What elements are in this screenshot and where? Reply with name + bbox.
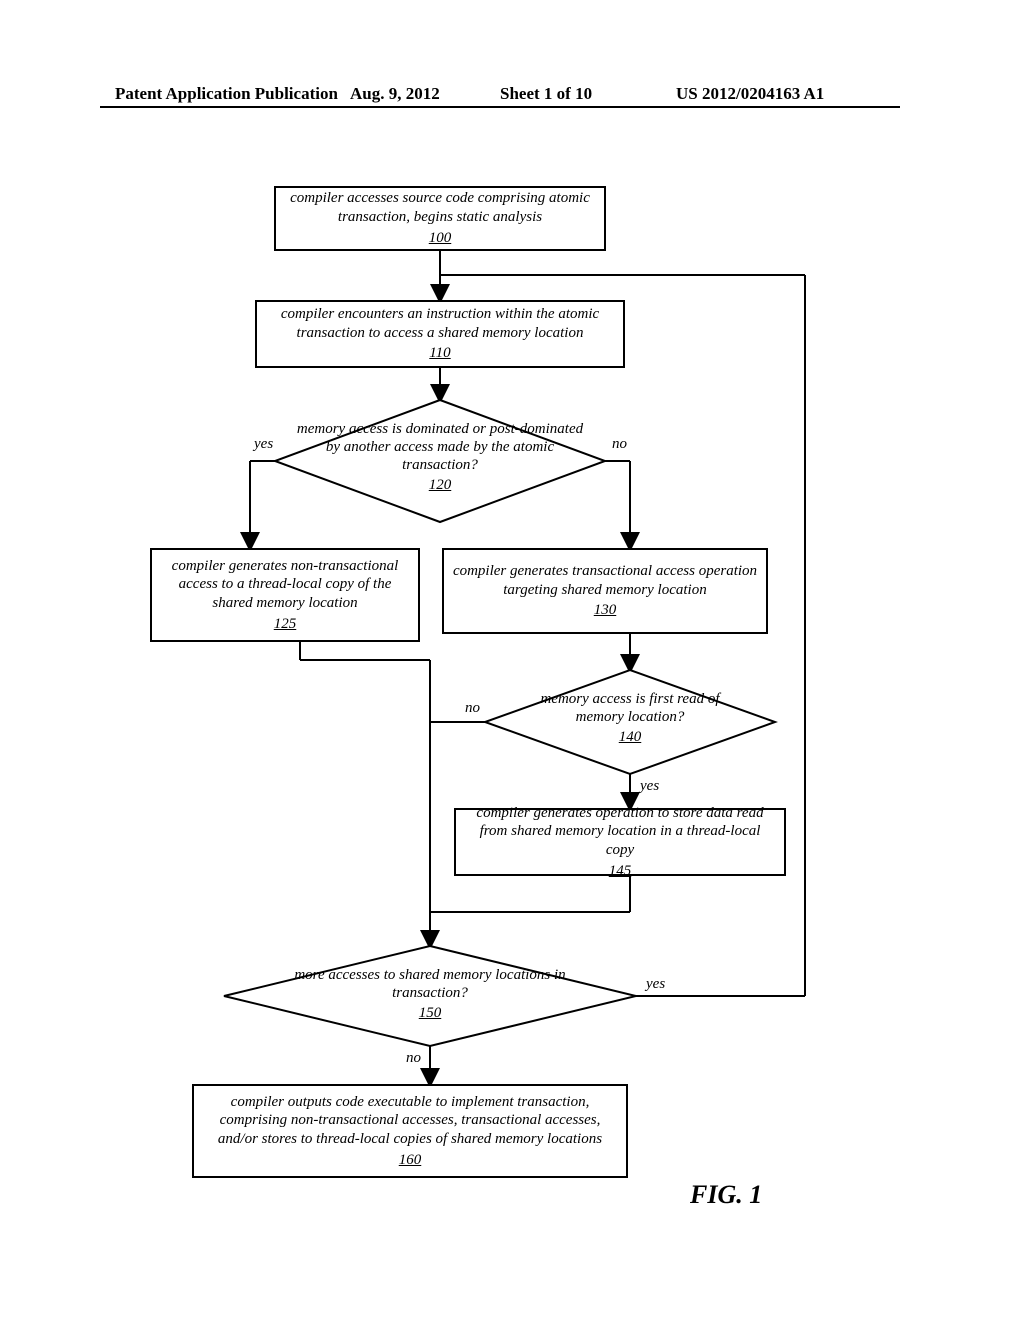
node-100-ref: 100 xyxy=(284,229,596,248)
decision-150 xyxy=(224,946,636,1046)
node-145: compiler generates operation to store da… xyxy=(454,808,786,876)
node-125: compiler generates non-transactional acc… xyxy=(150,548,420,642)
node-145-ref: 145 xyxy=(464,862,776,881)
decision-120 xyxy=(275,400,605,522)
flowchart-canvas: compiler accesses source code comprising… xyxy=(0,0,1024,1320)
node-160-ref: 160 xyxy=(202,1151,618,1170)
figure-label: FIG. 1 xyxy=(690,1180,762,1210)
decision-140 xyxy=(485,670,775,774)
label-150-yes: yes xyxy=(646,976,665,993)
node-110-text: compiler encounters an instruction withi… xyxy=(265,305,615,343)
node-160: compiler outputs code executable to impl… xyxy=(192,1084,628,1178)
node-125-text: compiler generates non-transactional acc… xyxy=(160,557,410,613)
node-145-text: compiler generates operation to store da… xyxy=(464,804,776,860)
node-160-text: compiler outputs code executable to impl… xyxy=(202,1093,618,1149)
node-130: compiler generates transactional access … xyxy=(442,548,768,634)
node-130-ref: 130 xyxy=(452,601,758,620)
node-125-ref: 125 xyxy=(160,615,410,634)
node-130-text: compiler generates transactional access … xyxy=(452,562,758,600)
label-120-no: no xyxy=(612,436,627,453)
label-140-yes: yes xyxy=(640,778,659,795)
node-100: compiler accesses source code comprising… xyxy=(274,186,606,251)
node-100-text: compiler accesses source code comprising… xyxy=(284,189,596,227)
label-140-no: no xyxy=(465,700,480,717)
node-110-ref: 110 xyxy=(265,344,615,363)
patent-page: Patent Application Publication Aug. 9, 2… xyxy=(0,0,1024,1320)
label-150-no: no xyxy=(406,1050,421,1067)
label-120-yes: yes xyxy=(254,436,273,453)
node-110: compiler encounters an instruction withi… xyxy=(255,300,625,368)
